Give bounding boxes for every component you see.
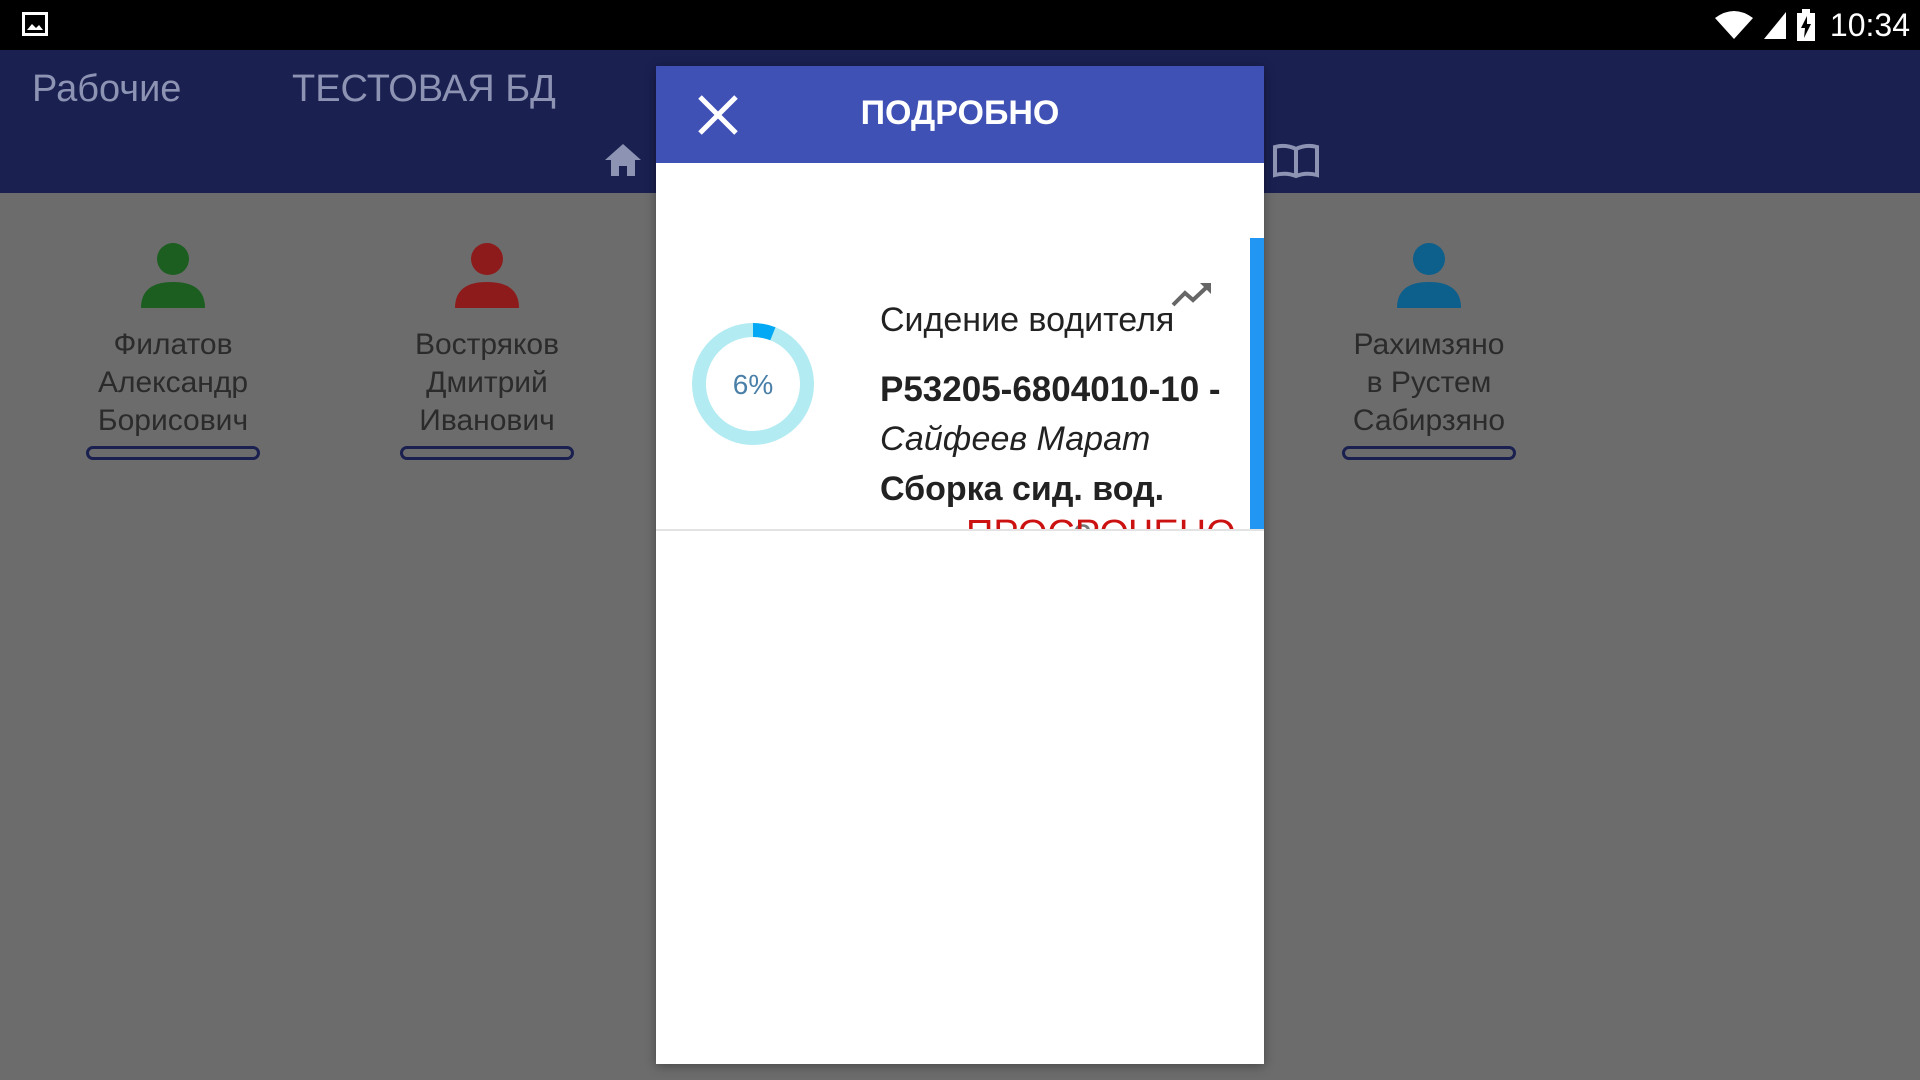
battery-charging-icon <box>1796 9 1815 41</box>
clock: 10:34 <box>1829 6 1910 43</box>
employee-card[interactable]: Филатов Александр Борисович <box>43 238 303 460</box>
task-operation: Сборка сид. вод. <box>880 470 1165 508</box>
employee-name: Рахимзяно в Рустем Сабирзяно <box>1352 328 1506 437</box>
book-icon[interactable] <box>1272 143 1320 179</box>
database-name: ТЕСТОВАЯ БД <box>292 68 556 110</box>
employee-progress-bar <box>400 446 574 460</box>
wifi-icon <box>1714 11 1753 39</box>
status-bar: 10:34 <box>0 0 1920 50</box>
trending-up-icon[interactable] <box>1170 280 1214 310</box>
status-icons: 10:34 <box>1714 0 1910 50</box>
employee-progress-bar <box>1342 446 1516 460</box>
employee-card[interactable]: Востряков Дмитрий Иванович <box>357 238 617 460</box>
image-notification-icon <box>22 12 48 36</box>
progress-donut: 6% <box>692 323 814 445</box>
employee-name: Филатов Александр Борисович <box>97 328 249 437</box>
details-dialog: ПОДРОБНО 6% Сидение водителя P53205-6804… <box>656 66 1264 1064</box>
person-icon <box>141 243 205 308</box>
task-card[interactable]: 6% Сидение водителя P53205-6804010-10 - … <box>656 163 1264 531</box>
app-title: Рабочие <box>32 68 182 110</box>
overdue-status: ПРОСРОЧЕНО <box>966 513 1236 529</box>
dialog-title: ПОДРОБНО <box>860 94 1060 132</box>
progress-label: 6% <box>733 369 773 400</box>
employee-card[interactable]: Рахимзяно в Рустем Сабирзяно <box>1299 238 1559 460</box>
scroll-indicator <box>1250 238 1264 529</box>
task-code: P53205-6804010-10 - <box>880 370 1221 409</box>
home-icon[interactable] <box>603 142 643 178</box>
task-assignee: Сайфеев Марат <box>880 420 1151 458</box>
task-title: Сидение водителя <box>880 301 1175 339</box>
person-icon <box>1397 243 1461 308</box>
person-icon <box>455 243 519 308</box>
signal-icon <box>1763 12 1786 39</box>
employee-name: Востряков Дмитрий Иванович <box>414 328 560 437</box>
employee-progress-bar <box>86 446 260 460</box>
dialog-header: ПОДРОБНО <box>656 66 1264 163</box>
